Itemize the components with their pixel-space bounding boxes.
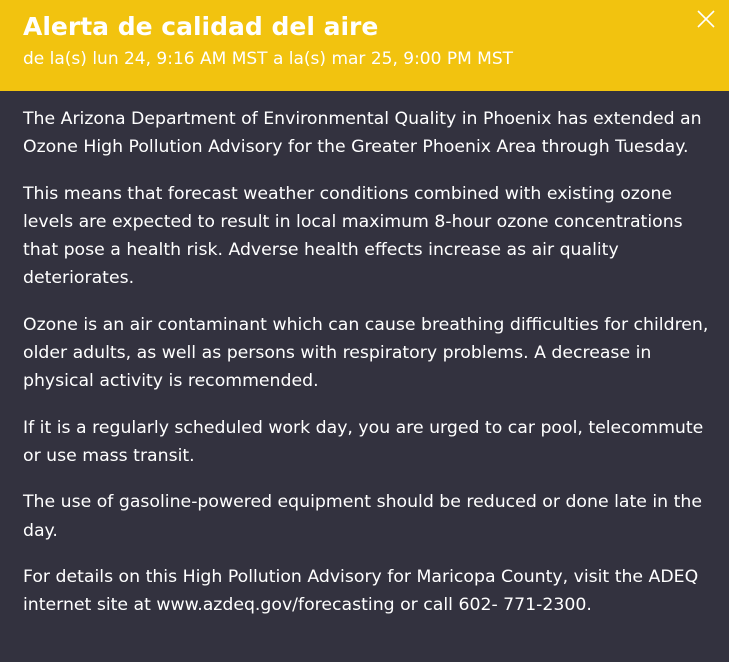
alert-paragraph: The Arizona Department of Environmental … bbox=[23, 109, 702, 158]
alert-paragraph: If it is a regularly scheduled work day,… bbox=[23, 417, 704, 466]
alert-title: Alerta de calidad del aire bbox=[23, 12, 379, 41]
alert-paragraph: This means that forecast weather conditi… bbox=[23, 183, 683, 289]
close-icon bbox=[697, 10, 715, 28]
alert-period: de la(s) lun 24, 9:16 AM MST a la(s) mar… bbox=[23, 49, 514, 69]
air-quality-alert-panel: Alerta de calidad del aire de la(s) lun … bbox=[0, 0, 729, 662]
close-button[interactable] bbox=[695, 8, 717, 30]
alert-paragraph: Ozone is an air contaminant which can ca… bbox=[23, 314, 709, 392]
alert-paragraph: For details on this High Pollution Advis… bbox=[23, 566, 699, 616]
alert-paragraph: The use of gasoline-powered equipment sh… bbox=[23, 492, 702, 541]
alert-header: Alerta de calidad del aire de la(s) lun … bbox=[0, 0, 729, 91]
alert-body: The Arizona Department of Environmental … bbox=[0, 91, 729, 619]
